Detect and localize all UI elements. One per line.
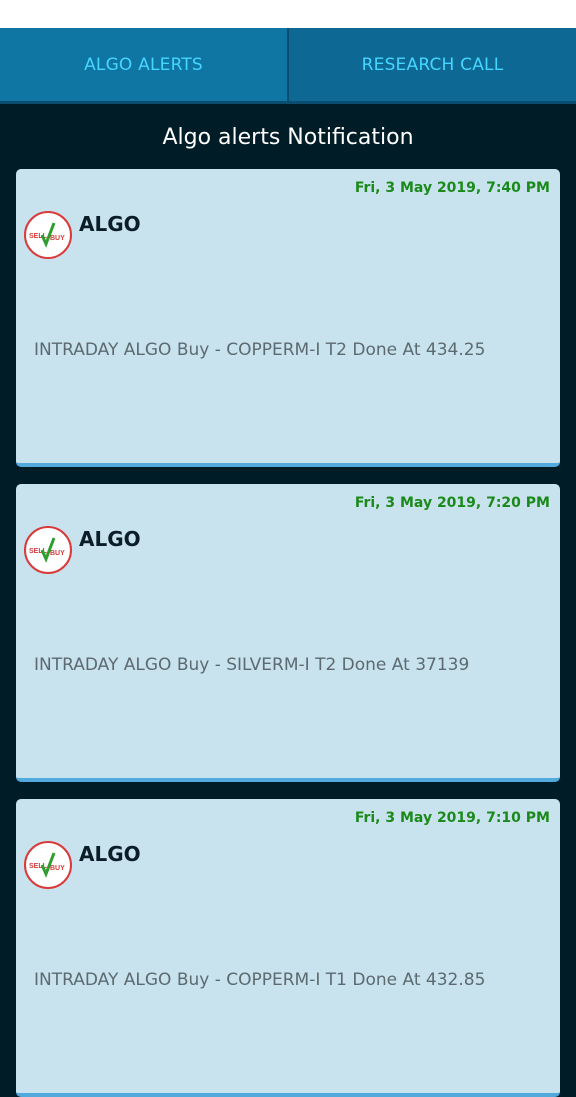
tab-algo-alerts[interactable]: ALGO ALERTS	[0, 28, 287, 101]
alert-card[interactable]: Fri, 3 May 2019, 7:40 PM SELL BUY ALGO I…	[16, 169, 560, 467]
alert-date: Fri, 3 May 2019, 7:40 PM	[354, 180, 550, 196]
alert-title: ALGO	[79, 842, 141, 866]
alert-card[interactable]: Fri, 3 May 2019, 7:10 PM SELL BUY ALGO I…	[16, 799, 560, 1097]
sell-buy-logo-icon: SELL BUY	[24, 526, 72, 574]
tab-research-call[interactable]: RESEARCH CALL	[287, 28, 576, 101]
alert-date: Fri, 3 May 2019, 7:10 PM	[354, 810, 550, 826]
svg-text:BUY: BUY	[50, 235, 65, 242]
alert-title: ALGO	[79, 527, 141, 551]
alert-message: INTRADAY ALGO Buy - SILVERM-I T2 Done At…	[34, 655, 470, 675]
alert-date: Fri, 3 May 2019, 7:20 PM	[354, 495, 550, 511]
alert-card[interactable]: Fri, 3 May 2019, 7:20 PM SELL BUY ALGO I…	[16, 484, 560, 782]
svg-text:BUY: BUY	[50, 550, 65, 557]
tab-bar: ALGO ALERTS RESEARCH CALL	[0, 28, 576, 104]
alert-message: INTRADAY ALGO Buy - COPPERM-I T1 Done At…	[34, 970, 486, 990]
alert-title: ALGO	[79, 212, 141, 236]
status-bar	[0, 0, 576, 28]
sell-buy-logo-icon: SELL BUY	[24, 841, 72, 889]
sell-buy-logo-icon: SELL BUY	[24, 211, 72, 259]
svg-text:BUY: BUY	[50, 865, 65, 872]
page-title: Algo alerts Notification	[162, 124, 414, 150]
alert-message: INTRADAY ALGO Buy - COPPERM-I T2 Done At…	[34, 340, 486, 360]
